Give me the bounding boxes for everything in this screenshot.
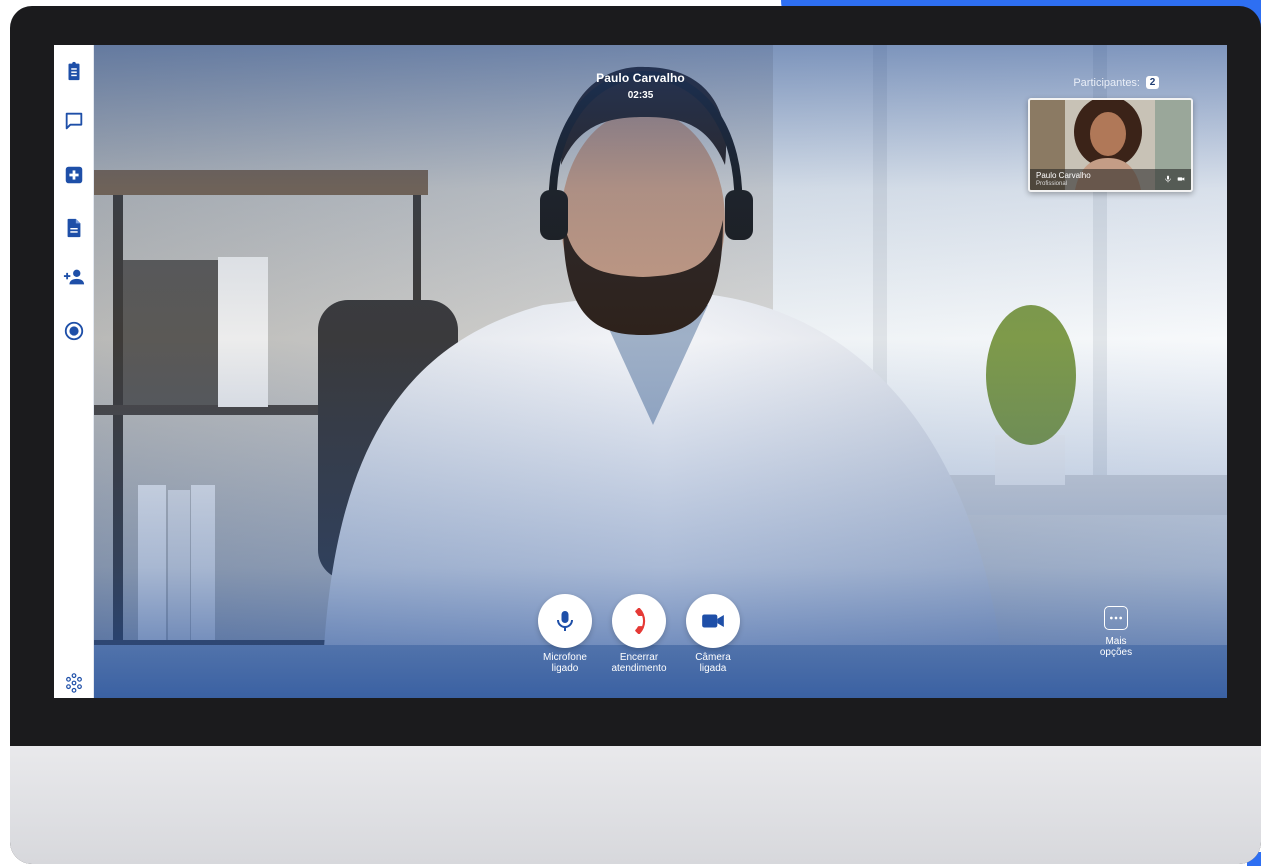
self-view-info: Paulo Carvalho Profissional	[1030, 169, 1191, 190]
call-header: Paulo Carvalho 02:35	[54, 71, 1227, 101]
self-mic-icon	[1165, 175, 1171, 183]
microphone-control: Microfone ligado	[525, 594, 605, 674]
medical-plus-icon[interactable]	[60, 161, 87, 188]
microphone-icon	[557, 611, 573, 631]
sidebar	[54, 45, 94, 698]
self-camera-icon	[1177, 177, 1185, 181]
more-options-label: Mais opções	[1099, 636, 1133, 658]
monitor-frame: Paulo Carvalho 02:35 Participantes: 2 Pa…	[10, 6, 1261, 864]
record-icon[interactable]	[60, 317, 87, 344]
end-call-button[interactable]	[612, 594, 666, 648]
monitor-chin	[10, 746, 1261, 864]
video-call-screen: Paulo Carvalho 02:35 Participantes: 2 Pa…	[54, 45, 1227, 698]
end-call-label: Encerrar atendimento	[611, 652, 667, 674]
document-icon[interactable]	[60, 214, 87, 241]
more-options-button[interactable]	[1104, 606, 1128, 630]
participants-indicator[interactable]: Participantes: 2	[1073, 76, 1159, 89]
ellipsis-icon	[1110, 616, 1122, 620]
microphone-label: Microfone ligado	[543, 652, 587, 674]
phone-hangup-icon	[635, 608, 646, 634]
chat-icon[interactable]	[60, 107, 87, 134]
caller-name: Paulo Carvalho	[596, 71, 685, 85]
camera-button[interactable]	[686, 594, 740, 648]
self-view-thumbnail[interactable]: Paulo Carvalho Profissional	[1028, 98, 1193, 192]
camera-label: Câmera ligada	[695, 652, 731, 674]
add-person-icon[interactable]	[60, 263, 87, 290]
video-camera-icon	[702, 614, 724, 628]
apps-icon[interactable]	[60, 669, 87, 696]
microphone-button[interactable]	[538, 594, 592, 648]
more-options-control: Mais opções	[1081, 606, 1151, 658]
camera-control: Câmera ligada	[673, 594, 753, 674]
end-call-control: Encerrar atendimento	[599, 594, 679, 674]
participants-count: 2	[1146, 76, 1159, 89]
participants-label: Participantes:	[1073, 76, 1140, 89]
